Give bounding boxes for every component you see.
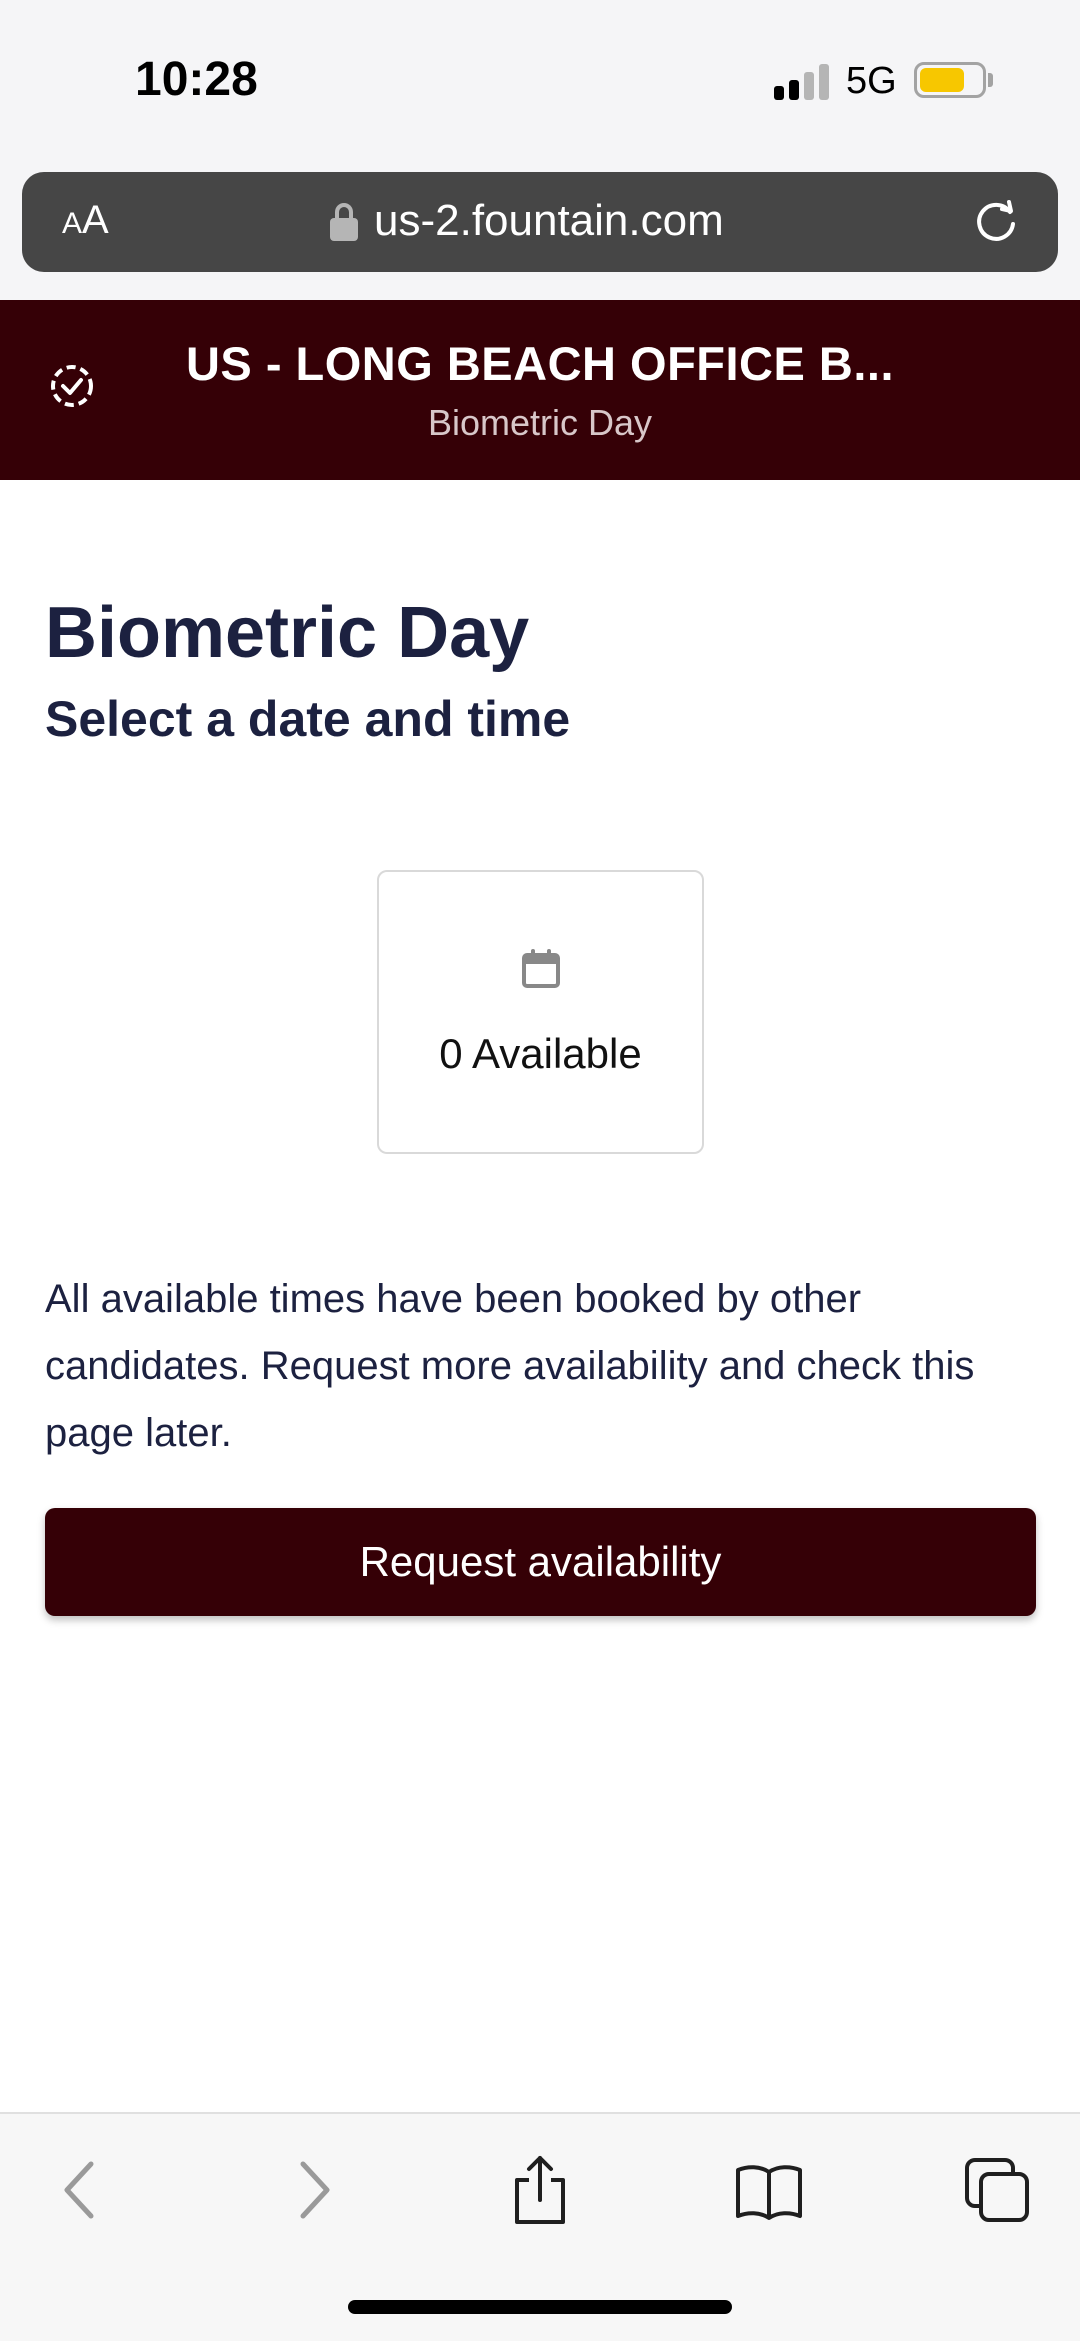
home-indicator[interactable] bbox=[348, 2300, 732, 2314]
screen: 10:28 5G AA us-2.fountain.com US - LONG … bbox=[0, 0, 1080, 2341]
no-availability-message: All available times have been booked by … bbox=[45, 1277, 975, 1455]
url-text[interactable]: us-2.fountain.com bbox=[374, 196, 724, 246]
battery-level bbox=[920, 68, 964, 92]
available-count: 0 Available bbox=[439, 1030, 642, 1077]
forward-icon[interactable] bbox=[279, 2152, 349, 2228]
lock-icon bbox=[330, 203, 358, 241]
bookmarks-icon[interactable] bbox=[734, 2152, 804, 2228]
cellular-signal-icon bbox=[774, 62, 830, 100]
request-availability-button[interactable]: Request availability bbox=[45, 1508, 1036, 1616]
share-icon[interactable] bbox=[505, 2152, 575, 2228]
reload-icon[interactable] bbox=[972, 198, 1020, 246]
status-time: 10:28 bbox=[135, 53, 258, 106]
text-size-button[interactable]: AA bbox=[62, 198, 109, 243]
battery-tip bbox=[988, 73, 993, 87]
tabs-icon[interactable] bbox=[963, 2152, 1033, 2228]
page-subtitle: Select a date and time bbox=[45, 691, 571, 747]
page-title: Biometric Day bbox=[45, 593, 530, 673]
back-icon[interactable] bbox=[45, 2152, 115, 2228]
battery-icon bbox=[914, 62, 986, 98]
header-title: US - LONG BEACH OFFICE B... bbox=[185, 337, 895, 390]
calendar-icon bbox=[522, 949, 560, 988]
availability-card[interactable] bbox=[377, 870, 704, 1154]
network-type: 5G bbox=[846, 60, 897, 102]
header-subtitle: Biometric Day bbox=[427, 402, 653, 443]
